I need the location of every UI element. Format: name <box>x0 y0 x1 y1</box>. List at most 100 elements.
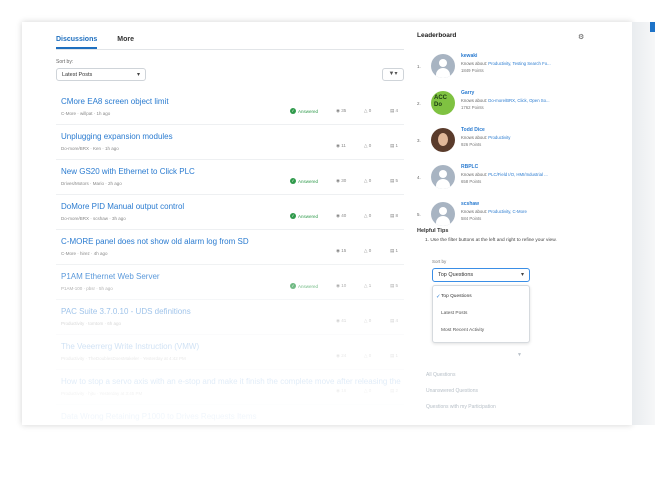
thread-row[interactable]: DoMore PID Manual output control Do-more/… <box>56 195 404 230</box>
reply-icon: ▤ <box>390 353 395 358</box>
leaderboard-entry[interactable]: 2. ACC Do Garry Knows about: Do-more/BRX, C… <box>417 89 617 119</box>
thread-title[interactable]: Data Wrong Retaining P1000 to Drives Req… <box>61 412 401 421</box>
replies-count: ▤ 8 <box>390 213 399 218</box>
answered-badge: ✓ Answered <box>290 213 319 219</box>
leaderboard-entry[interactable]: 1. kewaki Knows about: Productivity, Testi… <box>417 52 617 82</box>
leaderboard-name[interactable]: Todd Dice <box>461 127 485 133</box>
likes-count: △ 0 <box>364 108 372 113</box>
thumbs-up-icon: △ <box>364 283 368 288</box>
leaderboard-entry[interactable]: 3. Todd Dice Knows about: Productivity 926 … <box>417 126 617 156</box>
check-icon: ✓ <box>290 178 296 184</box>
check-icon: ✓ <box>290 108 296 114</box>
leaderboard-knows: Knows about: PLC/Field I/O, HMI/Industri… <box>461 172 548 177</box>
filter-icon: ▼ <box>517 352 522 358</box>
thread-title[interactable]: PAC Suite 3.7.0.10 - UDS definitions <box>61 307 401 316</box>
dropdown-option-latest-posts[interactable]: Latest Posts <box>441 311 467 316</box>
thread-title[interactable]: C-MORE panel does not show old alarm log… <box>61 237 401 246</box>
leaderboard-name[interactable]: kewaki <box>461 53 477 59</box>
tab-discussions[interactable]: Discussions <box>56 36 98 49</box>
thread-row[interactable]: C-MORE panel does not show old alarm log… <box>56 230 404 265</box>
thread-meta: Do-more/BRX · scshaw · 3h ago <box>61 216 126 221</box>
thread-row[interactable]: Unplugging expansion modules Do-more/BRX … <box>56 125 404 160</box>
leaderboard-entry[interactable]: 5. scshaw Knows about: Productivity, C-Mor… <box>417 200 617 230</box>
ghost-option-all: All Questions <box>426 372 456 378</box>
thread-row[interactable]: The Veeerrerg Write Instruction (VMW) Pro… <box>56 335 404 370</box>
sort-select[interactable]: Latest Posts ▾ <box>56 68 146 81</box>
filter-icon: ▼▾ <box>388 71 398 77</box>
thread-row[interactable]: Data Wrong Retaining P1000 to Drives Req… <box>56 405 404 425</box>
thread-row[interactable]: New GS20 with Ethernet to Click PLC Drive… <box>56 160 404 195</box>
replies-count: ▤ 1 <box>390 248 399 253</box>
eye-icon: ◉ <box>336 318 340 323</box>
leaderboard-name[interactable]: Garry <box>461 90 474 96</box>
leaderboard-rank: 3. <box>417 138 421 143</box>
thread-title[interactable]: DoMore PID Manual output control <box>61 202 401 211</box>
thread-title[interactable]: Unplugging expansion modules <box>61 132 401 141</box>
thread-meta: C-More · willpat · 1h ago <box>61 111 111 116</box>
thread-meta: P1AM-100 · pbsr · 5h ago <box>61 286 113 291</box>
views-count: ◉ 11 <box>336 143 346 148</box>
thread-meta: Productivity · TheDoublesDoesMakeler · Y… <box>61 356 186 361</box>
answered-badge: ✓ Answered <box>290 178 319 184</box>
thumbs-up-icon: △ <box>364 318 368 323</box>
leaderboard-points: 1762 Points <box>461 105 484 110</box>
leaderboard-name[interactable]: scshaw <box>461 201 479 207</box>
avatar[interactable] <box>431 128 455 152</box>
reply-icon: ▤ <box>390 108 395 113</box>
avatar[interactable] <box>431 165 455 189</box>
leaderboard-points: 584 Points <box>461 216 482 221</box>
leaderboard-entry[interactable]: 4. RBPLC Knows about: PLC/Field I/O, HMI/I… <box>417 163 617 193</box>
leaderboard-rank: 2. <box>417 101 421 106</box>
leaderboard-points: 1849 Points <box>461 68 484 73</box>
tab-more[interactable]: More <box>117 36 134 49</box>
leaderboard-knows: Knows about: Productivity, Testing Searc… <box>461 61 551 66</box>
ghost-option-unanswered: Unanswered Questions <box>426 388 478 394</box>
views-count: ◉ 15 <box>336 248 347 253</box>
likes-count: △ 0 <box>364 353 372 358</box>
thread-row[interactable]: PAC Suite 3.7.0.10 - UDS definitions Prod… <box>56 300 404 335</box>
thread-title[interactable]: P1AM Ethernet Web Server <box>61 272 401 281</box>
thread-title[interactable]: New GS20 with Ethernet to Click PLC <box>61 167 401 176</box>
likes-count: △ 0 <box>364 178 372 183</box>
chevron-down-icon: ▾ <box>520 272 524 278</box>
thread-row[interactable]: How to stop a servo axis with an e-stop … <box>56 370 404 405</box>
check-icon: ✓ <box>290 213 296 219</box>
sort-label: Sort by: <box>56 59 74 65</box>
eye-icon: ◉ <box>336 213 340 218</box>
dropdown-option-top-questions[interactable]: ✓ Top Questions <box>436 294 472 300</box>
answered-badge: ✓ Answered <box>290 283 319 289</box>
sort-dropdown-menu: ✓ Top Questions Latest Posts Most Recent… <box>432 285 530 343</box>
filter-button[interactable]: ▼▾ <box>382 68 404 81</box>
thumbs-up-icon: △ <box>364 178 368 183</box>
avatar[interactable]: ACC Do <box>431 91 455 115</box>
thread-title[interactable]: CMore EA8 screen object limit <box>61 97 401 106</box>
reply-icon: ▤ <box>390 178 395 183</box>
answered-badge: ✓ Answered <box>290 108 319 114</box>
thread-row[interactable]: CMore EA8 screen object limit C-More · wi… <box>56 90 404 125</box>
leaderboard-knows: Knows about: Productivity <box>461 135 511 140</box>
eye-icon: ◉ <box>336 178 340 183</box>
views-count: ◉ 41 <box>336 318 347 323</box>
thread-title[interactable]: The Veeerrerg Write Instruction (VMW) <box>61 342 401 351</box>
gear-icon[interactable]: ⚙ <box>578 33 584 41</box>
window-edge <box>632 22 655 425</box>
thread-meta: Do-more/BRX · Ken · 1h ago <box>61 146 119 151</box>
thumbs-up-icon: △ <box>364 388 368 393</box>
reply-icon: ▤ <box>390 283 395 288</box>
dropdown-option-recent-activity[interactable]: Most Recent Activity <box>441 328 484 333</box>
views-count: ◉ 30 <box>336 178 347 183</box>
sort-select-value: Latest Posts <box>62 72 93 78</box>
views-count: ◉ 35 <box>336 108 347 113</box>
thread-title[interactable]: How to stop a servo axis with an e-stop … <box>61 377 401 386</box>
check-icon: ✓ <box>436 294 441 300</box>
reply-icon: ▤ <box>390 213 395 218</box>
leaderboard-name[interactable]: RBPLC <box>461 164 478 170</box>
thumbs-up-icon: △ <box>364 213 368 218</box>
replies-count: ▤ 1 <box>390 353 399 358</box>
views-count: ◉ 24 <box>336 353 347 358</box>
tips-sort-select[interactable]: Top Questions ▾ <box>432 268 530 282</box>
avatar[interactable] <box>431 202 455 226</box>
likes-count: △ 0 <box>364 213 372 218</box>
avatar[interactable] <box>431 54 455 78</box>
thread-row[interactable]: P1AM Ethernet Web Server P1AM-100 · pbsr … <box>56 265 404 300</box>
